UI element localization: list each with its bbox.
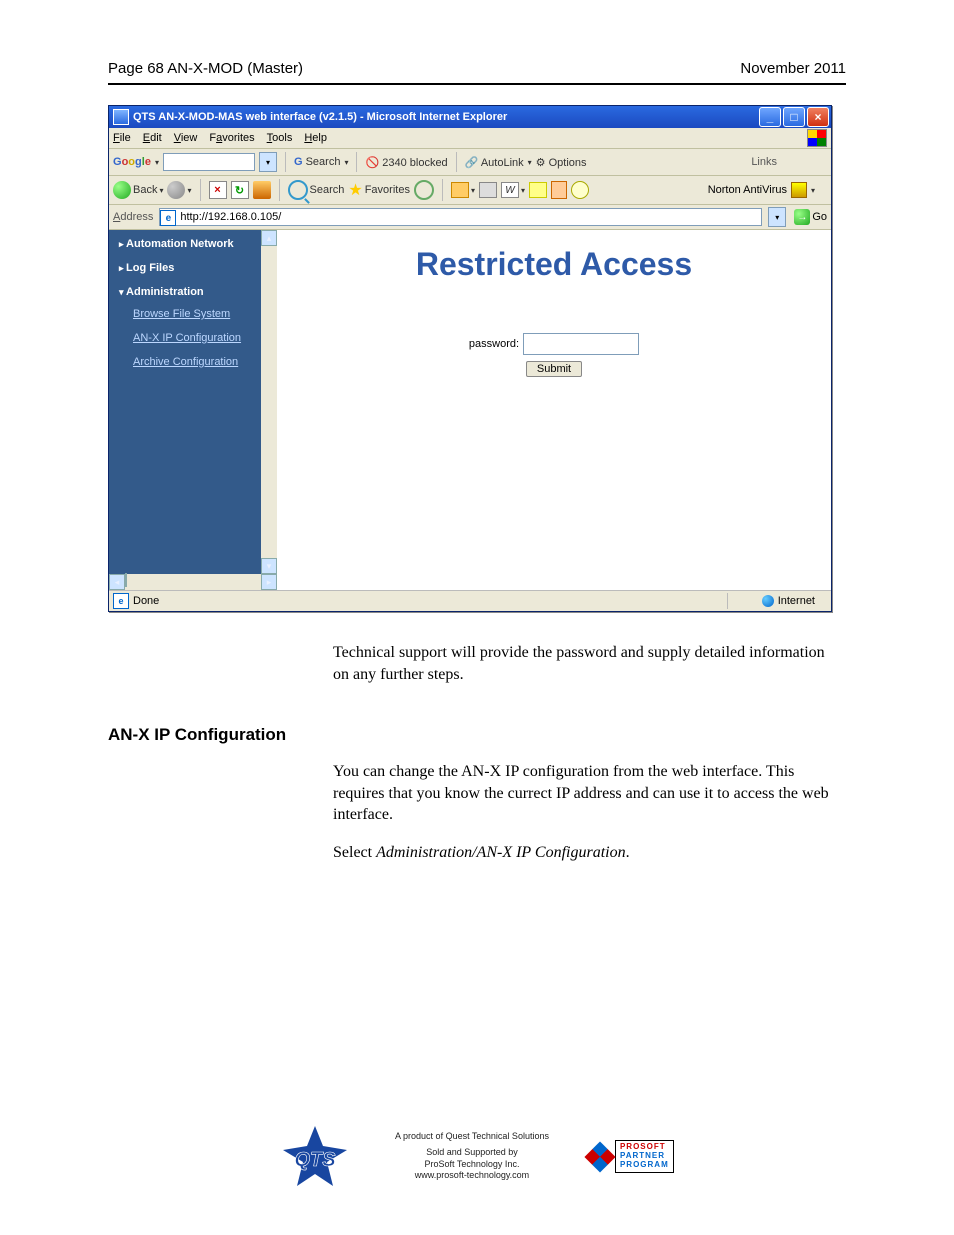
note-button[interactable] [529,182,547,198]
google-options[interactable]: ⚙ Options [536,156,587,169]
titlebar[interactable]: QTS AN-X-MOD-MAS web interface (v2.1.5) … [109,106,831,128]
hscroll-right[interactable]: ▸ [261,574,277,590]
google-search-button[interactable]: G Search [294,156,340,168]
home-button[interactable] [253,181,271,199]
clipboard-button[interactable] [551,181,567,199]
windows-flag-icon [807,129,827,147]
favorites-button[interactable]: ★Favorites [348,180,410,200]
google-toolbar: Google ▾ ▾ G Search ▾ 🚫 2340 blocked 🔗 A… [109,149,831,176]
page-header-left: Page 68 AN-X-MOD (Master) [108,60,303,77]
folder-button[interactable]: ▾ [451,182,475,198]
google-logo[interactable]: Google [113,156,151,168]
body-paragraph-2: You can change the AN-X IP configuration… [333,761,838,826]
menu-view[interactable]: View [174,132,198,144]
menu-tools[interactable]: Tools [267,132,293,144]
password-label: password: [469,338,519,350]
sidebar-item-archive[interactable]: Archive Configuration [109,350,261,374]
google-menu-arrow-icon[interactable]: ▾ [155,158,159,167]
status-done: Done [133,595,159,607]
p3-diamond-icon [584,1141,615,1172]
page-header: Page 68 AN-X-MOD (Master) November 2011 [108,60,846,83]
password-input[interactable] [523,333,639,355]
address-dropdown[interactable]: ▾ [768,207,786,227]
google-popup-blocker[interactable]: 🚫 2340 blocked [365,156,447,169]
back-button[interactable]: Back ▾ [113,181,163,199]
edit-button[interactable]: W▾ [501,182,525,198]
menu-file[interactable]: File [113,132,131,144]
menu-edit[interactable]: Edit [143,132,162,144]
menu-help[interactable]: Help [304,132,327,144]
go-icon: → [794,209,810,225]
norton-antivirus[interactable]: Norton AntiVirus ▾ [708,182,815,198]
svg-text:QTS: QTS [294,1149,336,1171]
restricted-access-heading: Restricted Access [277,246,831,283]
address-label: Address [113,211,153,223]
maximize-button[interactable]: □ [783,107,805,127]
header-rule [108,83,846,85]
sidebar-item-browse[interactable]: Browse File System [109,302,261,326]
refresh-button[interactable]: ↻ [231,181,249,199]
internet-zone-icon [762,595,774,607]
p3-logo: PROSOFT PARTNER PROGRAM [589,1133,679,1181]
ie-page-icon: e [160,210,176,226]
sidebar: Automation Network Log Files Administrat… [109,230,277,590]
window-title: QTS AN-X-MOD-MAS web interface (v2.1.5) … [133,111,759,123]
ie-window: QTS AN-X-MOD-MAS web interface (v2.1.5) … [108,105,832,612]
section-heading-ipconfig: AN-X IP Configuration [108,725,846,745]
history-button[interactable] [414,180,434,200]
sidebar-section-admin[interactable]: Administration [109,278,261,302]
menu-bar: File Edit View Favorites Tools Help [109,128,831,149]
address-bar: Address e ▾ → Go [109,205,831,230]
settings-button[interactable] [571,181,589,199]
page-footer: QTS A product of Quest Technical Solutio… [108,1124,846,1190]
google-search-dropdown[interactable]: ▾ [259,152,277,172]
status-page-icon: e [113,593,129,609]
qts-logo: QTS [275,1124,355,1190]
google-autolink[interactable]: 🔗 AutoLink [465,156,524,169]
norton-icon [791,182,807,198]
close-button[interactable]: × [807,107,829,127]
page-header-right: November 2011 [740,60,846,77]
submit-button[interactable]: Submit [526,361,582,377]
body-paragraph-1: Technical support will provide the passw… [333,642,838,685]
stop-button[interactable]: × [209,181,227,199]
links-label[interactable]: Links [751,156,777,168]
sidebar-item-ipconfig[interactable]: AN-X IP Configuration [109,326,261,350]
status-bar: e Done Internet [109,590,831,611]
hscroll-left[interactable]: ◂ [109,574,125,590]
sidebar-hscrollbar[interactable]: ◂ ▸ [109,574,277,590]
sidebar-section-automation[interactable]: Automation Network [109,230,261,254]
ie-toolbar: Back ▾ ▾ × ↻ Search ★Favorites ▾ W▾ Nort… [109,176,831,205]
minimize-button[interactable]: _ [759,107,781,127]
app-icon [113,109,129,125]
google-search-input[interactable] [163,153,255,171]
hscroll-thumb[interactable] [125,573,127,587]
search-button[interactable]: Search [288,180,345,200]
footer-text: A product of Quest Technical Solutions S… [395,1131,549,1182]
sidebar-scroll-down[interactable]: ▾ [261,558,277,574]
address-input[interactable] [159,208,762,226]
sidebar-section-log[interactable]: Log Files [109,254,261,278]
forward-button[interactable]: ▾ [167,181,191,199]
content-area: Restricted Access password: Submit [277,230,831,590]
sidebar-scroll-up[interactable]: ▴ [261,230,277,246]
go-button[interactable]: → Go [794,209,827,225]
status-zone: Internet [778,595,815,607]
menu-favorites[interactable]: Favorites [209,132,254,144]
print-button[interactable] [479,182,497,198]
body-paragraph-3: Select Administration/AN-X IP Configurat… [333,842,838,864]
